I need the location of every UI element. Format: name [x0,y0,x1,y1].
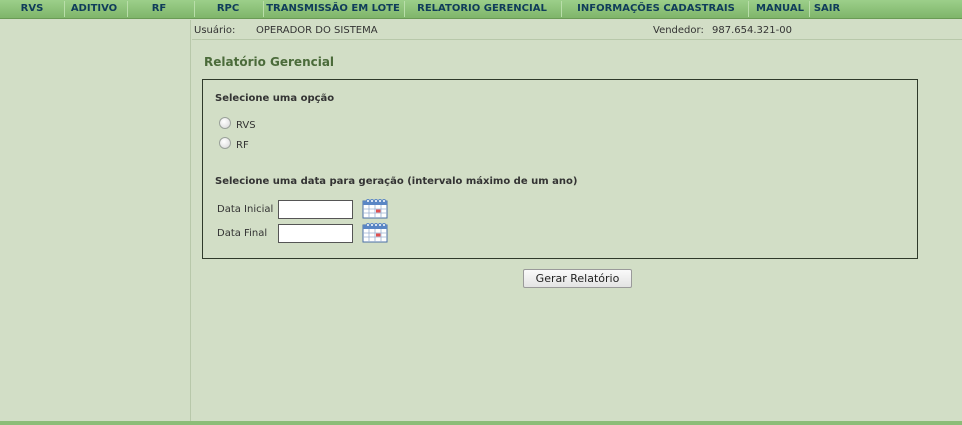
radio-label-rf: RF [236,140,249,151]
bottom-border [0,421,962,425]
page-title: Relatório Gerencial [204,55,335,69]
user-name: OPERADOR DO SISTEMA [256,25,378,36]
start-date-label: Data Inicial [217,204,274,215]
menu-item-rf[interactable]: RF [140,0,178,19]
user-info-bar: Usuário: OPERADOR DO SISTEMA Vendedor: 9… [192,20,962,40]
menu-item-sair[interactable]: SAIR [810,0,844,19]
calendar-icon[interactable] [362,222,388,243]
menu-item-informacoes-cadastrais[interactable]: INFORMAÇÕES CADASTRAIS [576,0,736,19]
top-menu-bar: RVS ADITIVO RF RPC TRANSMISSÃO EM LOTE R… [0,0,962,19]
radio-label-rvs: RVS [236,120,256,131]
end-date-input[interactable] [278,224,353,243]
radio-option-rvs[interactable]: RVS [219,116,256,131]
menu-item-manual[interactable]: MANUAL [754,0,806,19]
menu-item-rpc[interactable]: RPC [208,0,248,19]
radio-button-rvs[interactable] [219,117,231,129]
menu-item-transmissao-em-lote[interactable]: TRANSMISSÃO EM LOTE [266,0,400,19]
menu-separator [263,1,264,17]
menu-item-relatorio-gerencial[interactable]: RELATORIO GERENCIAL [414,0,550,19]
menu-separator [64,1,65,17]
menu-separator [127,1,128,17]
menu-separator [194,1,195,17]
date-heading: Selecione uma data para geração (interva… [215,176,578,187]
menu-item-aditivo[interactable]: ADITIVO [66,0,122,19]
start-date-input[interactable] [278,200,353,219]
user-label: Usuário: [194,25,236,36]
calendar-icon[interactable] [362,198,388,219]
radio-button-rf[interactable] [219,137,231,149]
radio-option-rf[interactable]: RF [219,136,249,151]
end-date-label: Data Final [217,228,268,239]
menu-item-rvs[interactable]: RVS [8,0,56,19]
vendor-id: 987.654.321-00 [712,25,792,36]
menu-separator [748,1,749,17]
generate-report-button[interactable]: Gerar Relatório [523,269,632,288]
vendor-label: Vendedor: [653,25,704,36]
option-heading: Selecione uma opção [215,93,335,104]
menu-separator [561,1,562,17]
left-sidebar [0,20,191,425]
menu-separator [404,1,405,17]
